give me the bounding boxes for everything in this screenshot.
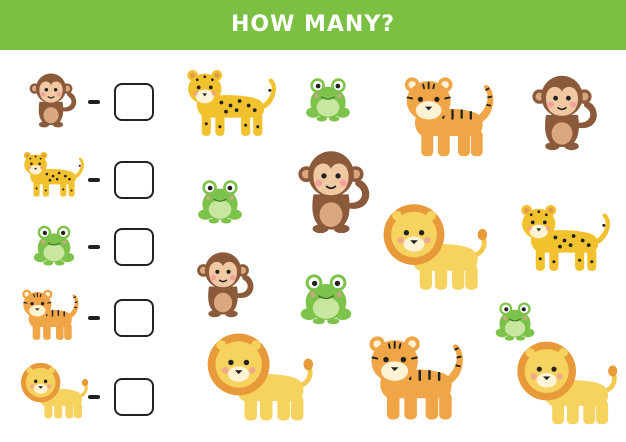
answer-box-frog[interactable] [114,228,154,266]
monkey-icon [22,68,80,130]
leopard-icon [176,60,282,142]
answer-row-monkey [88,83,158,123]
dash [88,395,100,399]
frog-icon [296,262,356,330]
page-title: HOW MANY? [230,12,396,37]
frog-icon [302,70,354,124]
lion-icon [200,326,316,426]
lion-icon [16,358,90,422]
dash [88,178,100,182]
dash [88,100,100,104]
answer-row-lion [88,378,158,418]
leopard-icon [16,142,88,204]
leopard-icon [510,188,616,284]
answer-row-tiger [88,299,158,339]
answer-box-tiger[interactable] [114,299,154,337]
answer-box-monkey[interactable] [114,83,154,121]
answer-box-lion[interactable] [114,378,154,416]
monkey-icon [522,68,602,154]
dash [88,316,100,320]
tiger-icon [392,66,502,162]
lion-icon [510,334,620,430]
frog-icon [30,218,78,268]
tiger-icon [14,282,84,344]
frog-icon [194,172,246,226]
answer-box-leopard[interactable] [114,161,154,199]
lion-icon [376,198,490,294]
monkey-icon [286,146,376,234]
tiger-icon [356,320,472,430]
answer-row-frog [88,228,158,268]
answer-row-leopard [88,161,158,201]
monkey-icon [188,248,258,318]
dash [88,245,100,249]
